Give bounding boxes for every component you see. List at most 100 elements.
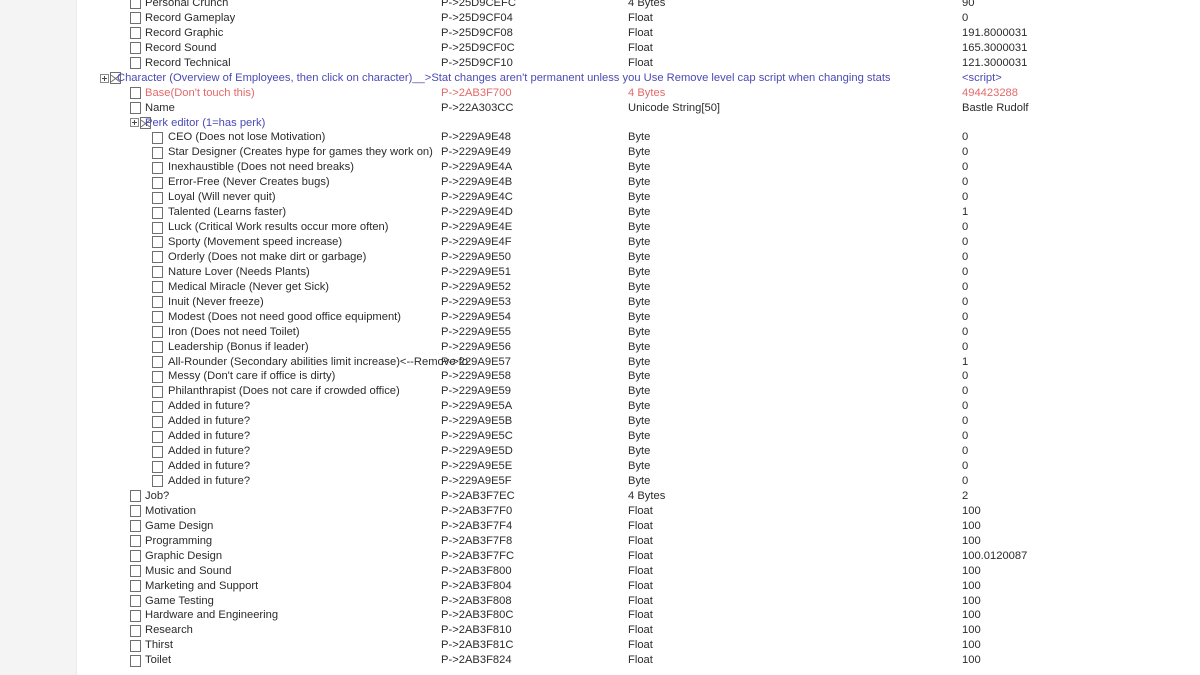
table-row[interactable]: Added in future? P->229A9E5A Byte 0 [77, 399, 1200, 414]
table-row[interactable]: Orderly (Does not make dirt or garbage) P… [77, 250, 1200, 265]
table-row[interactable]: Record Sound P->25D9CF0C Float 165.3000031 [77, 41, 1200, 56]
table-row[interactable]: Added in future? P->229A9E5B Byte 0 [77, 414, 1200, 429]
table-row[interactable]: Inexhaustible (Does not need breaks) P->2… [77, 160, 1200, 175]
table-row[interactable]: Motivation P->2AB3F7F0 Float 100 [77, 504, 1200, 519]
table-row[interactable]: Character (Overview of Employees, then c… [77, 71, 1200, 86]
table-row[interactable]: Graphic Design P->2AB3F7FC Float 100.012008… [77, 549, 1200, 564]
table-row[interactable]: Added in future? P->229A9E5C Byte 0 [77, 429, 1200, 444]
checkbox-icon[interactable] [152, 355, 163, 368]
checkbox-icon[interactable] [130, 594, 141, 607]
row-tree-controls [130, 535, 141, 548]
table-row[interactable]: Personal Crunch P->25D9CEFC 4 Bytes 90 [77, 0, 1200, 11]
table-row[interactable]: Music and Sound P->2AB3F800 Float 100 [77, 564, 1200, 579]
checkbox-icon[interactable] [130, 520, 141, 533]
checkbox-icon[interactable] [130, 87, 141, 100]
table-row[interactable]: Added in future? P->229A9E5E Byte 0 [77, 459, 1200, 474]
row-description: Programming [145, 534, 213, 547]
checkbox-icon[interactable] [130, 505, 141, 518]
table-row[interactable]: Nature Lover (Needs Plants) P->229A9E51 By… [77, 265, 1200, 280]
checkbox-icon[interactable] [130, 535, 141, 548]
table-row[interactable]: Name P->22A303CC Unicode String[50] Bastle … [77, 101, 1200, 116]
table-row[interactable]: Thirst P->2AB3F81C Float 100 [77, 638, 1200, 653]
checkbox-icon[interactable] [152, 281, 163, 294]
table-row[interactable]: Programming P->2AB3F7F8 Float 100 [77, 534, 1200, 549]
table-row[interactable]: Hardware and Engineering P->2AB3F80C Float… [77, 608, 1200, 623]
checkbox-icon[interactable] [152, 460, 163, 473]
checkbox-icon[interactable] [152, 176, 163, 189]
checkbox-icon[interactable] [152, 266, 163, 279]
checkbox-icon[interactable] [152, 475, 163, 488]
address-list-table[interactable]: Personal Crunch P->25D9CEFC 4 Bytes 90 Recor… [77, 0, 1200, 675]
table-row[interactable]: Leadership (Bonus if leader) P->229A9E56 B… [77, 340, 1200, 355]
checkbox-icon[interactable] [152, 341, 163, 354]
row-address: P->2AB3F80C [441, 609, 514, 622]
checkbox-icon[interactable] [152, 311, 163, 324]
checkbox-icon[interactable] [130, 12, 141, 25]
checkbox-icon[interactable] [152, 326, 163, 339]
table-row[interactable]: Philanthrapist (Does not care if crowded… [77, 384, 1200, 399]
checkbox-icon[interactable] [152, 146, 163, 159]
expand-plus-icon[interactable] [130, 118, 139, 128]
checkbox-icon[interactable] [152, 236, 163, 249]
table-row[interactable]: Base(Don't touch this) P->2AB3F700 4 Bytes… [77, 86, 1200, 101]
checkbox-icon[interactable] [152, 221, 163, 234]
checkbox-icon[interactable] [152, 445, 163, 458]
table-row[interactable]: Talented (Learns faster) P->229A9E4D Byte 1 [77, 205, 1200, 220]
table-row[interactable]: Job? P->2AB3F7EC 4 Bytes 2 [77, 489, 1200, 504]
row-type: Float [628, 56, 653, 69]
checkbox-icon[interactable] [130, 565, 141, 578]
table-row[interactable]: All-Rounder (Secondary abilities limit i… [77, 355, 1200, 370]
table-row[interactable]: Messy (Don't care if office is dirty) P->… [77, 369, 1200, 384]
table-row[interactable]: Star Designer (Creates hype for games th… [77, 145, 1200, 160]
checkbox-icon[interactable] [130, 639, 141, 652]
checkbox-icon[interactable] [130, 580, 141, 593]
checkbox-icon[interactable] [130, 57, 141, 70]
row-value: 100 [962, 564, 981, 577]
checkbox-icon[interactable] [152, 400, 163, 413]
checkbox-icon[interactable] [152, 430, 163, 443]
table-row[interactable]: Error-Free (Never Creates bugs) P->229A9E… [77, 175, 1200, 190]
table-row[interactable]: Marketing and Support P->2AB3F804 Float 100 [77, 579, 1200, 594]
table-row[interactable]: Research P->2AB3F810 Float 100 [77, 623, 1200, 638]
table-row[interactable]: Record Gameplay P->25D9CF04 Float 0 [77, 11, 1200, 26]
row-value: 0 [962, 265, 969, 278]
row-type: Float [628, 624, 653, 637]
table-row[interactable]: Toilet P->2AB3F824 Float 100 [77, 653, 1200, 668]
table-row[interactable]: Luck (Critical Work results occur more o… [77, 220, 1200, 235]
row-tree-controls [152, 161, 163, 174]
checkbox-icon[interactable] [152, 385, 163, 398]
table-row[interactable]: Game Design P->2AB3F7F4 Float 100 [77, 519, 1200, 534]
table-row[interactable]: Record Graphic P->25D9CF08 Float 191.800003… [77, 26, 1200, 41]
checkbox-icon[interactable] [130, 490, 141, 503]
table-row[interactable]: Loyal (Will never quit) P->229A9E4C Byte 0 [77, 190, 1200, 205]
checkbox-icon[interactable] [152, 415, 163, 428]
table-row[interactable]: Medical Miracle (Never get Sick) P->229A9… [77, 280, 1200, 295]
table-row[interactable]: Perk editor (1=has perk) [77, 116, 1200, 131]
checkbox-icon[interactable] [152, 296, 163, 309]
table-row[interactable]: Sporty (Movement speed increase) P->229A9… [77, 235, 1200, 250]
table-row[interactable]: Modest (Does not need good office equipm… [77, 310, 1200, 325]
row-description: CEO (Does not lose Motivation) [168, 131, 326, 144]
checkbox-icon[interactable] [130, 550, 141, 563]
table-row[interactable]: Game Testing P->2AB3F808 Float 100 [77, 594, 1200, 609]
checkbox-icon[interactable] [152, 191, 163, 204]
checkbox-icon[interactable] [152, 161, 163, 174]
checkbox-icon[interactable] [130, 624, 141, 637]
checkbox-icon[interactable] [130, 42, 141, 55]
checkbox-icon[interactable] [152, 131, 163, 144]
checkbox-icon[interactable] [130, 0, 141, 10]
table-row[interactable]: Iron (Does not need Toilet) P->229A9E55 By… [77, 325, 1200, 340]
table-row[interactable]: CEO (Does not lose Motivation) P->229A9E4… [77, 130, 1200, 145]
checkbox-icon[interactable] [152, 206, 163, 219]
table-row[interactable]: Added in future? P->229A9E5F Byte 0 [77, 474, 1200, 489]
checkbox-icon[interactable] [152, 251, 163, 264]
table-row[interactable]: Inuit (Never freeze) P->229A9E53 Byte 0 [77, 295, 1200, 310]
table-row[interactable]: Added in future? P->229A9E5D Byte 0 [77, 444, 1200, 459]
table-row[interactable]: Record Technical P->25D9CF10 Float 121.3000… [77, 56, 1200, 71]
checkbox-icon[interactable] [130, 609, 141, 622]
checkbox-icon[interactable] [130, 102, 141, 115]
checkbox-icon[interactable] [130, 654, 141, 667]
expand-plus-icon[interactable] [100, 73, 109, 83]
checkbox-icon[interactable] [152, 370, 163, 383]
checkbox-icon[interactable] [130, 27, 141, 40]
